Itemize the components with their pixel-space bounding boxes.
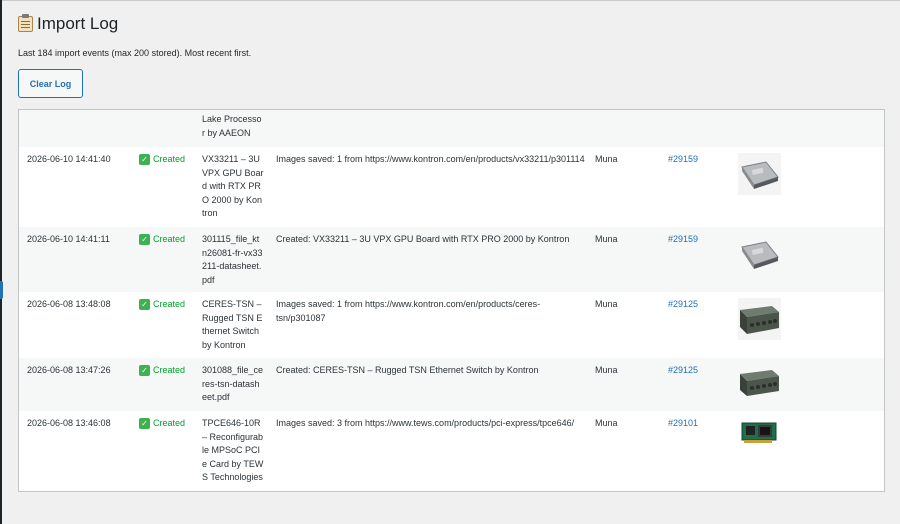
- table-row: 2026-06-10 14:41:11 ✓ Created 301115_fil…: [19, 227, 884, 292]
- post-link[interactable]: #29159: [668, 153, 698, 167]
- file-cell: 301115_file_ktn26081-fr-vx33211-datashee…: [202, 234, 263, 285]
- page-description: Last 184 import events (max 200 stored).…: [18, 48, 252, 58]
- check-icon: ✓: [139, 299, 150, 311]
- status-label: Created: [153, 234, 186, 244]
- file-cell: TPCE646-10R – Reconfigurable MPSoC PCIe …: [202, 418, 264, 482]
- message-cell: Images saved: 3 from https://www.tews.co…: [276, 418, 575, 428]
- pcie-card-thumbnail-icon[interactable]: [738, 417, 781, 459]
- date-cell: 2026-06-10 14:41:40: [27, 154, 111, 164]
- table-row: Lake Processor by AAEON: [19, 110, 884, 147]
- check-icon: ✓: [139, 154, 150, 166]
- import-log-table[interactable]: Lake Processor by AAEON 2026-06-10 14:41…: [18, 109, 885, 492]
- status-cell: ✓ Created: [139, 153, 185, 167]
- status-label: Created: [153, 365, 186, 375]
- top-border: [0, 0, 900, 1]
- admin-sidebar-edge: [0, 0, 2, 524]
- file-cell: 301088_file_ceres-tsn-datasheet.pdf: [202, 365, 264, 402]
- sidebar-active-marker: [0, 281, 3, 299]
- status-label: Created: [153, 299, 186, 309]
- file-cell: VX33211 – 3U VPX GPU Board with RTX PRO …: [202, 154, 264, 218]
- user-cell: Muna: [595, 154, 618, 164]
- status-label: Created: [153, 154, 186, 164]
- ethernet-switch-thumbnail-icon[interactable]: [738, 298, 781, 340]
- gpu-board-thumbnail-icon[interactable]: [738, 153, 781, 195]
- check-icon: ✓: [139, 234, 150, 246]
- date-cell: 2026-06-08 13:46:08: [27, 418, 111, 428]
- table-row: 2026-06-08 13:46:08 ✓ Created TPCE646-10…: [19, 411, 884, 491]
- file-cell: CERES-TSN – Rugged TSN Ethernet Switch b…: [202, 299, 263, 350]
- table-row: 2026-06-08 13:47:26 ✓ Created 301088_fil…: [19, 358, 884, 411]
- post-link[interactable]: #29125: [668, 364, 698, 378]
- message-cell: Created: VX33211 – 3U VPX GPU Board with…: [276, 234, 570, 244]
- message-cell: Created: CERES-TSN – Rugged TSN Ethernet…: [276, 365, 539, 375]
- page-title-text: Import Log: [37, 14, 119, 33]
- table-row: 2026-06-10 14:41:40 ✓ Created VX33211 – …: [19, 147, 884, 227]
- message-cell: Images saved: 1 from https://www.kontron…: [276, 154, 585, 164]
- check-icon: ✓: [139, 365, 150, 377]
- date-cell: 2026-06-10 14:41:11: [27, 234, 110, 244]
- user-cell: Muna: [595, 299, 618, 309]
- status-cell: ✓ Created: [139, 417, 185, 431]
- status-cell: ✓ Created: [139, 233, 185, 247]
- user-cell: Muna: [595, 234, 618, 244]
- ethernet-switch-thumbnail-icon[interactable]: [738, 364, 781, 406]
- date-cell: 2026-06-08 13:48:08: [27, 299, 111, 309]
- date-cell: 2026-06-08 13:47:26: [27, 365, 111, 375]
- status-cell: ✓ Created: [139, 364, 185, 378]
- status-cell: ✓ Created: [139, 298, 185, 312]
- check-icon: ✓: [139, 418, 150, 430]
- clipboard-icon: [18, 14, 33, 32]
- message-cell: Images saved: 1 from https://www.kontron…: [276, 299, 541, 323]
- user-cell: Muna: [595, 365, 618, 375]
- table-row: 2026-06-08 13:48:08 ✓ Created CERES-TSN …: [19, 292, 884, 358]
- user-cell: Muna: [595, 418, 618, 428]
- gpu-board-thumbnail-icon[interactable]: [738, 233, 781, 275]
- post-link[interactable]: #29159: [668, 233, 698, 247]
- file-cell: Lake Processor by AAEON: [202, 114, 262, 138]
- page-title: Import Log: [18, 14, 118, 34]
- table-body: Lake Processor by AAEON 2026-06-10 14:41…: [19, 110, 884, 491]
- status-label: Created: [153, 418, 186, 428]
- post-link[interactable]: #29125: [668, 298, 698, 312]
- post-link[interactable]: #29101: [668, 417, 698, 431]
- clear-log-button[interactable]: Clear Log: [18, 69, 83, 98]
